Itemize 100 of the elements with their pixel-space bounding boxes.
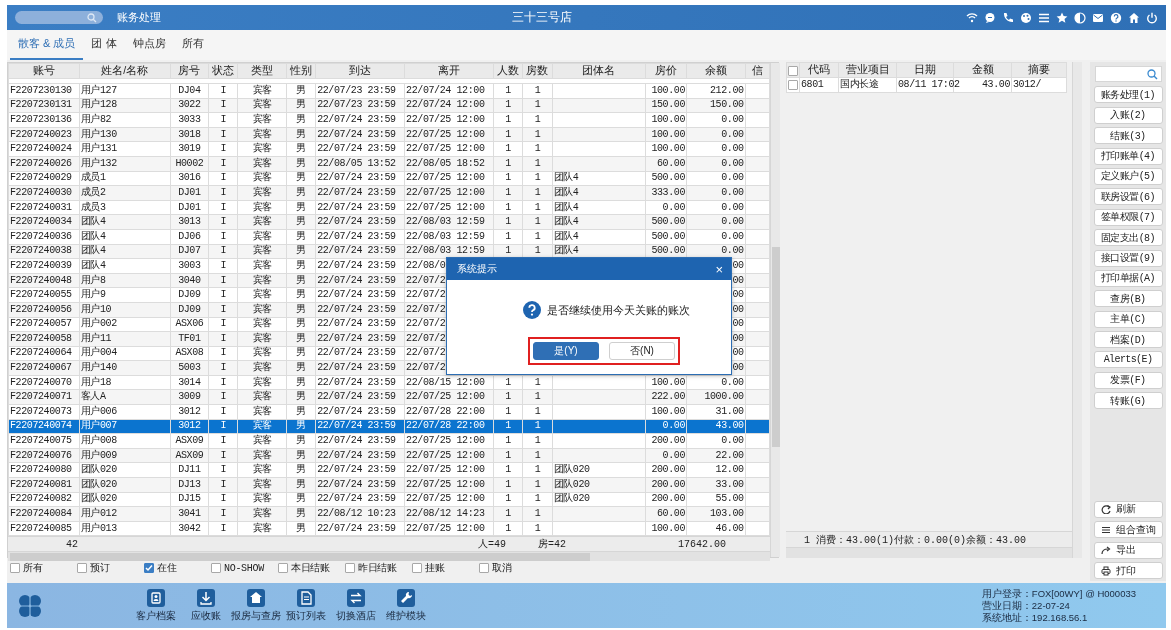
- checkbox[interactable]: [345, 563, 355, 573]
- table-cell: 1: [505, 449, 511, 462]
- column-header[interactable]: 房价: [645, 63, 687, 79]
- column-header[interactable]: 房数: [522, 63, 553, 79]
- table-cell: 22/07/24 23:59: [317, 216, 396, 229]
- contrast-icon[interactable]: [1074, 11, 1086, 24]
- scroll-thumb[interactable]: [772, 247, 780, 447]
- action-button[interactable]: 发票(F): [1093, 371, 1163, 389]
- table-cell: 222.00: [651, 391, 685, 404]
- action-button[interactable]: 查房(B): [1093, 290, 1163, 308]
- column-header[interactable]: 余额: [686, 63, 746, 79]
- checkbox[interactable]: [788, 66, 798, 77]
- search-field[interactable]: [1094, 66, 1162, 82]
- dock-item[interactable]: 切换酒店: [331, 588, 381, 623]
- column-header[interactable]: 房号: [170, 63, 209, 79]
- column-header[interactable]: 金额: [953, 62, 1012, 78]
- menu-icon[interactable]: [1038, 11, 1050, 24]
- close-button[interactable]: ×: [715, 262, 723, 276]
- column-header[interactable]: 信: [745, 63, 770, 79]
- column-header[interactable]: 账号: [8, 63, 80, 79]
- wifi-icon[interactable]: [966, 11, 978, 24]
- column-header[interactable]: 性别: [286, 63, 316, 79]
- search-field[interactable]: [15, 11, 103, 24]
- scroll-thumb[interactable]: [10, 553, 590, 562]
- tool-button[interactable]: 导出: [1093, 541, 1163, 559]
- action-button[interactable]: 接口设置(9): [1093, 249, 1163, 267]
- checkbox[interactable]: [211, 563, 221, 573]
- phone-icon[interactable]: [1002, 11, 1014, 24]
- action-button[interactable]: 签单权限(7): [1093, 208, 1163, 226]
- table-cell: 22/07/28 22:00: [406, 420, 485, 433]
- vertical-scrollbar[interactable]: [770, 63, 780, 557]
- tab[interactable]: 团 体: [83, 36, 125, 60]
- dock-item[interactable]: 报房与查房: [231, 588, 281, 623]
- table-cell: 3041: [178, 508, 201, 520]
- filter-option[interactable]: 所有: [10, 561, 77, 575]
- vertical-scrollbar[interactable]: [1072, 62, 1082, 558]
- tab[interactable]: 散客 & 成员: [10, 36, 84, 60]
- table-cell: F2207240034: [10, 216, 72, 229]
- table-cell: I: [220, 303, 227, 316]
- checkbox[interactable]: [77, 563, 87, 573]
- action-button[interactable]: 打印单据(A): [1093, 269, 1163, 287]
- tool-button[interactable]: 组合查询: [1093, 521, 1163, 539]
- table-cell: 1: [505, 508, 511, 520]
- checkbox[interactable]: [144, 563, 154, 573]
- column-header[interactable]: 摘要: [1011, 62, 1067, 78]
- action-button[interactable]: 账务处理(1): [1093, 86, 1163, 104]
- filter-option[interactable]: NO-SHOW: [211, 562, 278, 574]
- filter-option[interactable]: 昨日结账: [345, 561, 412, 575]
- mail-icon[interactable]: [1092, 11, 1104, 24]
- table-cell: 男: [296, 391, 306, 404]
- filter-option[interactable]: 本日结账: [278, 561, 345, 575]
- action-button[interactable]: 固定支出(8): [1093, 229, 1163, 247]
- dock-item[interactable]: 客户档案: [131, 588, 181, 623]
- column-header[interactable]: 代码: [799, 62, 839, 78]
- column-header[interactable]: 姓名/名称: [79, 63, 171, 79]
- tab[interactable]: 所有: [173, 36, 212, 60]
- action-button[interactable]: 联房设置(6): [1093, 188, 1163, 206]
- filter-option[interactable]: 挂账: [412, 561, 479, 575]
- column-header[interactable]: 日期: [896, 62, 954, 78]
- action-button[interactable]: 结账(3): [1093, 127, 1163, 145]
- action-button[interactable]: 主单(C): [1093, 310, 1163, 328]
- horizontal-scrollbar[interactable]: [8, 551, 770, 562]
- dialog-button[interactable]: 是(Y): [533, 342, 599, 360]
- tool-button[interactable]: 打印: [1093, 562, 1163, 579]
- table-cell: F2207240057: [10, 318, 72, 331]
- tab[interactable]: 钟点房: [124, 36, 174, 60]
- column-header[interactable]: 人数: [493, 63, 523, 79]
- column-header[interactable]: 团体名: [552, 63, 646, 79]
- filter-option[interactable]: 取消: [479, 561, 546, 575]
- checkbox[interactable]: [788, 79, 798, 90]
- column-header[interactable]: 类型: [237, 63, 287, 79]
- checkbox[interactable]: [479, 563, 489, 573]
- dock-item[interactable]: 预订列表: [281, 588, 331, 623]
- action-button[interactable]: Alerts(E): [1093, 351, 1163, 369]
- chat-icon[interactable]: [984, 11, 996, 24]
- column-header[interactable]: 状态: [208, 63, 238, 79]
- column-header[interactable]: 到达: [315, 63, 405, 79]
- dock-item[interactable]: 维护模块: [381, 588, 431, 623]
- action-button[interactable]: 转账(G): [1093, 392, 1163, 410]
- filter-option[interactable]: 预订: [77, 561, 144, 575]
- action-button[interactable]: 档案(D): [1093, 331, 1163, 349]
- action-button[interactable]: 入账(2): [1093, 106, 1163, 124]
- tool-button[interactable]: 刷新: [1093, 500, 1163, 518]
- checkbox[interactable]: [278, 563, 288, 573]
- star-icon[interactable]: [1056, 11, 1068, 24]
- column-header[interactable]: 营业项目: [838, 62, 897, 78]
- action-button[interactable]: 定义账户(5): [1093, 167, 1163, 185]
- dock-item[interactable]: 应收账: [181, 588, 231, 623]
- filter-option[interactable]: 在住: [144, 561, 211, 575]
- home-icon[interactable]: [1128, 11, 1140, 24]
- checkbox[interactable]: [412, 563, 422, 573]
- help-icon[interactable]: [1110, 11, 1122, 24]
- checkbox[interactable]: [10, 563, 20, 573]
- dialog-button[interactable]: 否(N): [609, 342, 675, 360]
- action-button[interactable]: 打印账单(4): [1093, 147, 1163, 165]
- table-cell: 60.00: [657, 508, 685, 520]
- column-header[interactable]: 离开: [404, 63, 494, 79]
- palette-icon[interactable]: [1020, 11, 1032, 24]
- horizontal-scrollbar[interactable]: [786, 547, 1072, 558]
- power-icon[interactable]: [1146, 11, 1158, 24]
